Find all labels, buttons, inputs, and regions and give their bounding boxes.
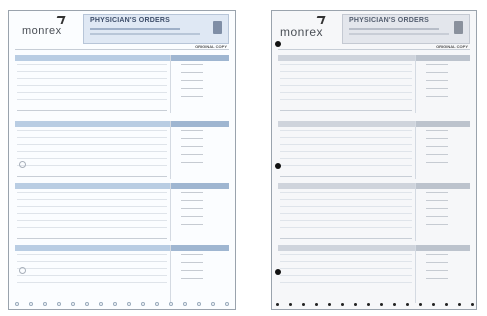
form-title: PHYSICIAN'S ORDERS — [90, 17, 170, 24]
side-fields — [420, 254, 468, 286]
physicians-orders-form-left: monrex PHYSICIAN'S ORDERS ORIGINAL COPY — [8, 10, 236, 310]
divider — [170, 245, 171, 303]
order-lines — [17, 64, 167, 106]
physicians-orders-form-right: monrex PHYSICIAN'S ORDERS ORIGINAL COPY — [271, 10, 477, 310]
side-fields — [175, 254, 227, 286]
order-section — [15, 245, 229, 303]
signature-line — [280, 110, 412, 111]
punch-hole-icon — [19, 267, 26, 274]
punch-hole-icon — [275, 163, 281, 169]
logo: monrex — [280, 25, 324, 39]
form-header: monrex PHYSICIAN'S ORDERS — [272, 11, 476, 44]
section-header-right — [171, 121, 229, 127]
divider — [415, 121, 416, 179]
order-lines — [280, 130, 412, 172]
section-header-right — [416, 55, 470, 61]
title-box: PHYSICIAN'S ORDERS — [83, 14, 229, 44]
order-section — [15, 183, 229, 241]
order-section — [275, 121, 470, 179]
order-section — [15, 55, 229, 113]
section-header-right — [416, 245, 470, 251]
side-fields — [175, 192, 227, 232]
divider — [170, 121, 171, 179]
document-icon — [213, 21, 222, 34]
divider — [415, 245, 416, 303]
order-lines — [280, 192, 412, 234]
logo-mark-icon — [54, 16, 66, 24]
divider — [278, 49, 470, 50]
section-header-right — [416, 121, 470, 127]
signature-line — [280, 238, 412, 239]
order-section — [278, 183, 470, 241]
title-subline — [349, 28, 439, 30]
logo: monrex — [22, 25, 62, 37]
punch-hole-icon — [275, 269, 281, 275]
side-fields — [420, 64, 468, 104]
divider — [170, 183, 171, 241]
divider — [15, 49, 229, 50]
form-header: monrex PHYSICIAN'S ORDERS — [9, 11, 235, 44]
title-box: PHYSICIAN'S ORDERS — [342, 14, 470, 44]
divider — [170, 55, 171, 113]
section-header-right — [171, 55, 229, 61]
perforation-strip — [272, 300, 476, 306]
signature-line — [17, 176, 167, 177]
order-lines — [17, 130, 167, 172]
divider — [415, 183, 416, 241]
punch-hole-icon — [19, 161, 26, 168]
section-header-right — [171, 183, 229, 189]
signature-line — [17, 238, 167, 239]
order-lines — [280, 254, 412, 289]
side-fields — [420, 192, 468, 232]
form-title: PHYSICIAN'S ORDERS — [349, 17, 429, 24]
order-section — [15, 121, 229, 179]
order-section — [275, 245, 470, 303]
perforation-strip — [9, 300, 235, 306]
order-lines — [280, 64, 412, 106]
title-subline-2 — [349, 33, 449, 35]
side-fields — [175, 64, 227, 104]
title-subline — [90, 28, 180, 30]
title-subline-2 — [90, 33, 200, 35]
punch-hole-icon — [275, 41, 281, 47]
divider — [415, 55, 416, 113]
signature-line — [17, 110, 167, 111]
side-fields — [175, 130, 227, 170]
logo-mark-icon — [314, 16, 326, 24]
order-lines — [17, 192, 167, 234]
section-header-right — [416, 183, 470, 189]
document-icon — [454, 21, 463, 34]
signature-line — [280, 176, 412, 177]
order-lines — [17, 254, 167, 289]
side-fields — [420, 130, 468, 170]
section-header-right — [171, 245, 229, 251]
order-section — [278, 55, 470, 113]
